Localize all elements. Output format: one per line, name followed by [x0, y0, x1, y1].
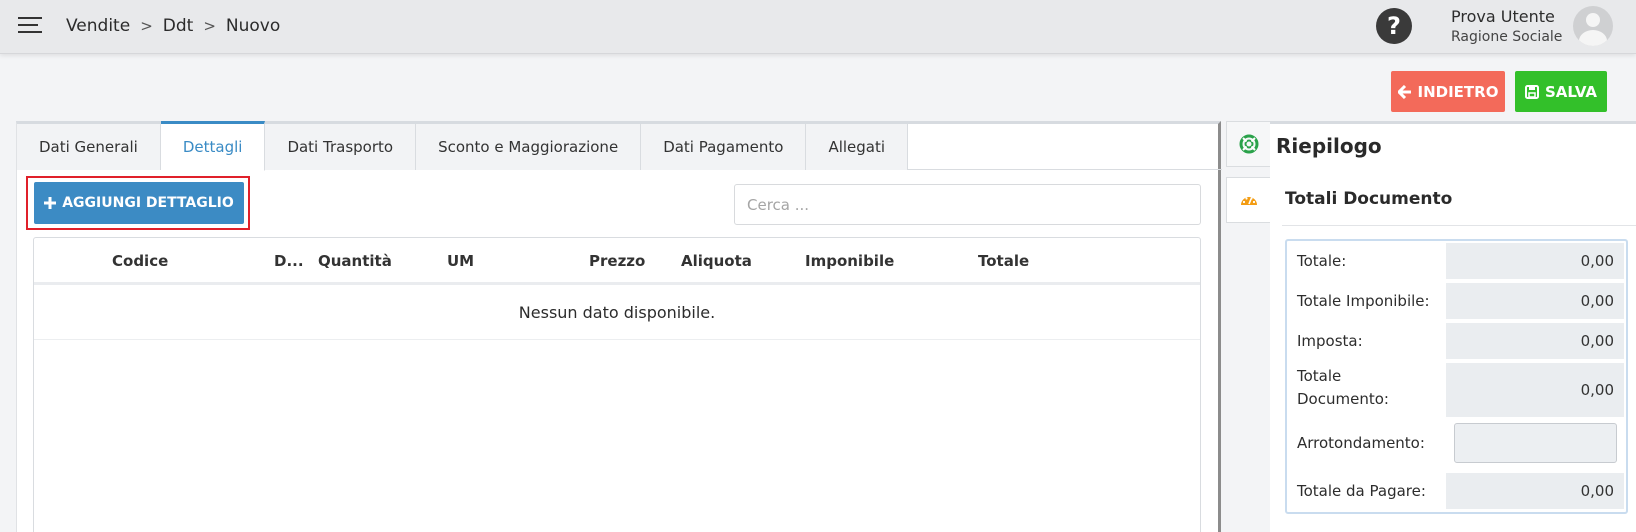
back-button-label: INDIETRO [1417, 82, 1499, 101]
totals-label: Totale Documento: [1297, 367, 1389, 408]
totals-value: 0,00 [1446, 243, 1624, 279]
totals-value: 0,00 [1446, 473, 1624, 509]
tab-allegati[interactable]: Allegati [806, 124, 909, 170]
column-header-descrizione[interactable]: D... [274, 252, 304, 270]
totals-row-imposta: Imposta: 0,00 [1287, 321, 1626, 361]
column-header-codice[interactable]: Codice [112, 252, 168, 270]
back-button[interactable]: INDIETRO [1391, 71, 1505, 112]
help-circle-icon[interactable]: ? [1376, 8, 1412, 44]
breadcrumb: Vendite > Ddt > Nuovo [66, 16, 280, 36]
breadcrumb-item-vendite[interactable]: Vendite [66, 16, 130, 36]
divider [1282, 225, 1636, 226]
tab-bar: Dati Generali Dettagli Dati Trasporto Sc… [17, 121, 1222, 171]
save-button-label: SALVA [1544, 82, 1598, 101]
totals-row-arrotondamento: Arrotondamento: [1287, 417, 1626, 469]
tab-dettagli[interactable]: Dettagli [160, 121, 266, 171]
user-info[interactable]: Prova Utente Ragione Sociale [1451, 7, 1562, 45]
avatar[interactable] [1573, 6, 1613, 46]
totals-label: Imposta: [1297, 332, 1363, 350]
summary-title: Riepilogo [1276, 134, 1382, 158]
totals-row-da-pagare: Totale da Pagare: 0,00 [1287, 471, 1626, 511]
user-company: Ragione Sociale [1451, 29, 1563, 45]
user-name: Prova Utente [1451, 7, 1555, 26]
breadcrumb-item-current: Nuovo [225, 16, 281, 36]
table-header: Codice D... Quantità UM Prezzo Aliquota … [34, 238, 1200, 285]
summary-panel: Riepilogo Totali Documento Totale: 0,00 … [1270, 121, 1636, 532]
tab-sconto-maggiorazione[interactable]: Sconto e Maggiorazione [416, 124, 642, 170]
totals-value: 0,00 [1446, 283, 1624, 319]
totals-section-title: Totali Documento [1285, 189, 1453, 209]
rounding-input[interactable] [1454, 423, 1617, 463]
top-bar: Vendite > Ddt > Nuovo ? Prova Utente Rag… [0, 0, 1636, 54]
arrow-left-icon [1397, 84, 1411, 99]
column-header-um[interactable]: UM [447, 252, 474, 270]
dashboard-icon [1240, 197, 1257, 205]
totals-row-imponibile: Totale Imponibile: 0,00 [1287, 281, 1626, 321]
side-tab-bar [1226, 121, 1270, 223]
empty-message: Nessun dato disponibile. [34, 286, 1200, 340]
column-header-prezzo[interactable]: Prezzo [589, 252, 645, 270]
save-button[interactable]: SALVA [1515, 71, 1607, 112]
main-panel: Dati Generali Dettagli Dati Trasporto Sc… [16, 121, 1222, 532]
totals-value: 0,00 [1446, 323, 1624, 359]
lifebuoy-icon [1239, 134, 1258, 154]
totals-row-totale: Totale: 0,00 [1287, 241, 1626, 281]
totals-row-documento: Totale Documento: 0,00 [1287, 361, 1626, 417]
totals-label: Totale da Pagare: [1297, 482, 1426, 500]
tab-dati-trasporto[interactable]: Dati Trasporto [265, 124, 417, 170]
plus-icon [44, 197, 57, 209]
totals-label: Arrotondamento: [1297, 434, 1425, 452]
breadcrumb-separator: > [203, 17, 216, 35]
hamburger-icon[interactable] [18, 17, 42, 37]
add-detail-button[interactable]: AGGIUNGI DETTAGLIO [34, 182, 244, 224]
floppy-disk-icon [1524, 84, 1539, 99]
breadcrumb-item-ddt[interactable]: Ddt [163, 16, 194, 36]
tab-dati-pagamento[interactable]: Dati Pagamento [641, 124, 807, 170]
totals-table: Totale: 0,00 Totale Imponibile: 0,00 Imp… [1285, 239, 1628, 514]
totals-value: 0,00 [1446, 363, 1624, 417]
column-header-totale[interactable]: Totale [978, 252, 1029, 270]
details-table: Codice D... Quantità UM Prezzo Aliquota … [33, 237, 1201, 532]
tab-dati-generali[interactable]: Dati Generali [17, 124, 161, 170]
search-input[interactable] [734, 184, 1201, 225]
breadcrumb-separator: > [140, 17, 153, 35]
column-header-imponibile[interactable]: Imponibile [805, 252, 894, 270]
side-tab-dashboard[interactable] [1226, 177, 1270, 223]
side-tab-riepilogo[interactable] [1226, 121, 1270, 167]
totals-label: Totale Imponibile: [1297, 292, 1430, 310]
add-detail-button-label: AGGIUNGI DETTAGLIO [62, 195, 234, 211]
column-header-quantita[interactable]: Quantità [318, 252, 392, 270]
column-header-aliquota[interactable]: Aliquota [681, 252, 752, 270]
totals-label: Totale: [1297, 252, 1347, 270]
